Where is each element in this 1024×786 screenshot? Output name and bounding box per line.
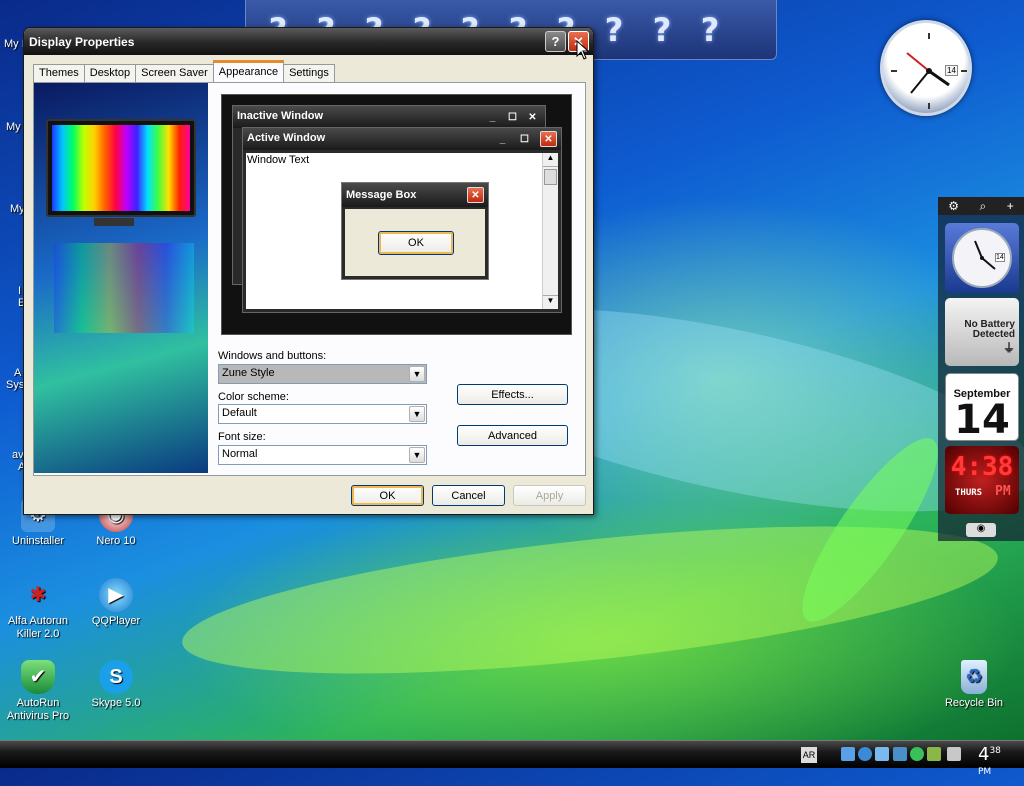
- digital-clock-gadget[interactable]: 4:38 THURS PM: [945, 446, 1019, 514]
- scroll-up-icon: ▲: [543, 153, 558, 167]
- font-size-label: Font size:: [218, 431, 266, 443]
- scroll-down-icon: ▼: [543, 295, 558, 309]
- sidebar-toolbar: ⚙ ⌕ +: [938, 197, 1024, 215]
- help-icon[interactable]: ?: [646, 11, 678, 49]
- language-indicator[interactable]: AR: [801, 747, 817, 763]
- clock-date: 14: [945, 65, 958, 76]
- desktop-icon-recycle-bin[interactable]: ♻ Recycle Bin: [934, 660, 1014, 710]
- skype-icon: S: [99, 660, 133, 694]
- add-icon[interactable]: +: [1007, 199, 1014, 213]
- desktop-icon-skype[interactable]: S Skype 5.0: [76, 660, 156, 710]
- desktop-icon-label-cut[interactable]: Sys: [6, 379, 24, 391]
- help-button[interactable]: ?: [545, 31, 566, 52]
- inactive-window-title: Inactive Window: [237, 110, 324, 122]
- windows-buttons-label: Windows and buttons:: [218, 350, 327, 362]
- desktop-icon-label-cut[interactable]: My I: [4, 38, 25, 50]
- message-box-title: Message Box: [346, 189, 417, 201]
- plug-icon: ⏚: [1002, 341, 1015, 355]
- help-icon[interactable]: ?: [598, 11, 630, 49]
- display-icon[interactable]: [875, 747, 889, 761]
- color-scheme-label: Color scheme:: [218, 391, 289, 403]
- tab-screen-saver[interactable]: Screen Saver: [135, 64, 214, 82]
- chevron-down-icon: ▼: [409, 366, 425, 382]
- close-icon: ✕: [540, 131, 557, 147]
- close-icon: ✕: [467, 187, 484, 203]
- desktop-icon-autorun-antivirus[interactable]: ✔ AutoRun Antivirus Pro: [0, 660, 78, 723]
- desktop-icon-qqplayer[interactable]: ▶ QQPlayer: [76, 578, 156, 628]
- chevron-down-icon: ▼: [409, 406, 425, 422]
- display-properties-dialog: Display Properties ? ✕ Themes Desktop Sc…: [23, 27, 594, 515]
- monitor-icon: [46, 119, 196, 217]
- mouse-cursor-icon: [576, 40, 590, 60]
- apply-button[interactable]: Apply: [513, 485, 586, 506]
- gear-icon[interactable]: ⚙: [948, 199, 959, 213]
- taskbar: AR 438 PM: [0, 740, 1024, 777]
- calendar-gadget[interactable]: September 14: [945, 373, 1019, 441]
- desktop-icon-label-cut[interactable]: I: [18, 285, 21, 297]
- tab-appearance[interactable]: Appearance: [212, 60, 285, 82]
- digital-ampm: PM: [995, 484, 1011, 499]
- window-text: Window Text: [247, 154, 310, 166]
- tab-themes[interactable]: Themes: [33, 64, 85, 82]
- sidebar-gadgets: ⚙ ⌕ + 14 No Battery Detected ⏚ September…: [938, 197, 1024, 541]
- analog-clock-icon: [891, 33, 967, 109]
- battery-gadget[interactable]: No Battery Detected ⏚: [945, 298, 1019, 366]
- autorun-antivirus-icon: ✔: [21, 660, 55, 694]
- chevron-down-icon: ▼: [409, 447, 425, 463]
- antivirus-icon[interactable]: [910, 747, 924, 761]
- font-size-select[interactable]: Normal ▼: [218, 445, 427, 465]
- maximize-icon: ☐: [508, 111, 517, 123]
- message-box-preview: Message Box ✕ OK: [341, 182, 489, 280]
- tool-icon[interactable]: [947, 747, 961, 761]
- clock-date: 14: [995, 253, 1005, 262]
- qqplayer-icon: ▶: [99, 578, 133, 612]
- minimize-icon: _: [489, 111, 496, 123]
- effects-button[interactable]: Effects...: [457, 384, 568, 405]
- active-window-title: Active Window: [247, 132, 326, 144]
- message-box-ok: OK: [378, 231, 454, 255]
- minimize-icon: _: [499, 133, 506, 145]
- taskbar-clock[interactable]: 438 PM: [978, 744, 1001, 786]
- shield-icon[interactable]: [927, 747, 941, 761]
- close-icon: ✕: [528, 111, 537, 123]
- cancel-button[interactable]: Cancel: [432, 485, 505, 506]
- dialog-title: Display Properties: [29, 34, 135, 49]
- analog-clock-icon: [952, 228, 1012, 288]
- network-icon[interactable]: [841, 747, 855, 761]
- maximize-icon: ☐: [520, 133, 529, 145]
- appearance-preview: Inactive Window _ ☐ ✕ Active Window _ ☐ …: [221, 94, 572, 335]
- ok-button[interactable]: OK: [351, 485, 424, 506]
- update-icon[interactable]: [858, 747, 872, 761]
- digital-time: 4:38: [950, 452, 1014, 482]
- windows-buttons-select[interactable]: Zune Style ▼: [218, 364, 427, 384]
- help-icon[interactable]: ?: [694, 11, 726, 49]
- battery-status: No Battery Detected: [964, 319, 1015, 340]
- desktop-icon-label-cut[interactable]: av: [12, 449, 24, 461]
- small-clock-gadget[interactable]: 14: [945, 223, 1019, 293]
- tab-bar: Themes Desktop Screen Saver Appearance S…: [33, 60, 335, 82]
- calendar-day: 14: [954, 397, 1010, 443]
- desktop-icon-label-cut[interactable]: A: [14, 367, 21, 379]
- color-scheme-select[interactable]: Default ▼: [218, 404, 427, 424]
- theme-preview-image: [34, 83, 208, 473]
- digital-day: THURS: [955, 488, 983, 498]
- scrollbar: ▲ ▼: [542, 153, 558, 309]
- desktop-icon-label-cut[interactable]: My: [6, 121, 21, 133]
- advanced-button[interactable]: Advanced: [457, 425, 568, 446]
- active-window-preview: Active Window _ ☐ ✕ Window Text ▲ ▼ Mess…: [242, 127, 562, 313]
- camera-icon[interactable]: ◉: [966, 523, 996, 537]
- recycle-bin-icon: ♻: [961, 660, 987, 694]
- clock-gadget[interactable]: 14: [880, 20, 972, 116]
- dialog-titlebar[interactable]: Display Properties: [24, 28, 593, 55]
- alfa-autorun-icon: ✱: [29, 583, 47, 606]
- desktop-icon-alfa-autorun[interactable]: ✱ Alfa Autorun Killer 2.0: [0, 578, 78, 641]
- connection-icon[interactable]: [893, 747, 907, 761]
- search-icon[interactable]: ⌕: [979, 199, 986, 214]
- tab-settings[interactable]: Settings: [283, 64, 335, 82]
- tab-desktop[interactable]: Desktop: [83, 64, 137, 82]
